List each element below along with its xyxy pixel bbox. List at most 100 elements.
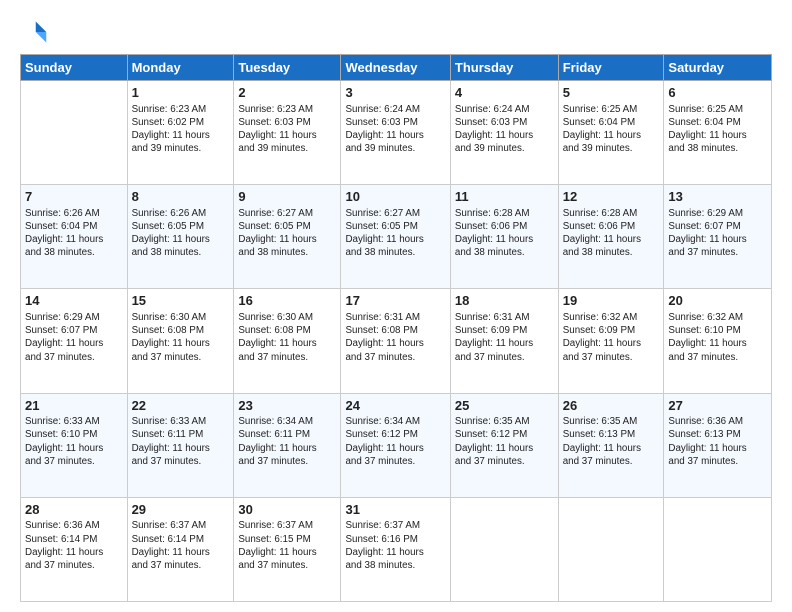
day-info: Sunrise: 6:30 AM Sunset: 6:08 PM Dayligh… (238, 311, 336, 364)
day-number: 11 (455, 188, 554, 206)
day-info: Sunrise: 6:27 AM Sunset: 6:05 PM Dayligh… (238, 207, 336, 260)
week-row-3: 14Sunrise: 6:29 AM Sunset: 6:07 PM Dayli… (21, 289, 772, 393)
calendar-cell: 12Sunrise: 6:28 AM Sunset: 6:06 PM Dayli… (558, 185, 664, 289)
day-number: 31 (345, 501, 445, 519)
day-info: Sunrise: 6:25 AM Sunset: 6:04 PM Dayligh… (563, 103, 660, 156)
calendar-cell: 21Sunrise: 6:33 AM Sunset: 6:10 PM Dayli… (21, 393, 128, 497)
day-number: 24 (345, 397, 445, 415)
day-number: 15 (132, 292, 230, 310)
calendar-cell: 11Sunrise: 6:28 AM Sunset: 6:06 PM Dayli… (450, 185, 558, 289)
day-number: 20 (668, 292, 767, 310)
day-info: Sunrise: 6:34 AM Sunset: 6:12 PM Dayligh… (345, 415, 445, 468)
day-number: 10 (345, 188, 445, 206)
calendar-cell: 16Sunrise: 6:30 AM Sunset: 6:08 PM Dayli… (234, 289, 341, 393)
calendar-cell: 29Sunrise: 6:37 AM Sunset: 6:14 PM Dayli… (127, 497, 234, 601)
calendar-cell: 20Sunrise: 6:32 AM Sunset: 6:10 PM Dayli… (664, 289, 772, 393)
calendar-cell: 2Sunrise: 6:23 AM Sunset: 6:03 PM Daylig… (234, 81, 341, 185)
day-info: Sunrise: 6:27 AM Sunset: 6:05 PM Dayligh… (345, 207, 445, 260)
calendar-cell: 18Sunrise: 6:31 AM Sunset: 6:09 PM Dayli… (450, 289, 558, 393)
day-number: 18 (455, 292, 554, 310)
calendar-cell (21, 81, 128, 185)
week-row-2: 7Sunrise: 6:26 AM Sunset: 6:04 PM Daylig… (21, 185, 772, 289)
calendar-cell: 10Sunrise: 6:27 AM Sunset: 6:05 PM Dayli… (341, 185, 450, 289)
weekday-sunday: Sunday (21, 55, 128, 81)
day-number: 8 (132, 188, 230, 206)
day-number: 7 (25, 188, 123, 206)
day-number: 9 (238, 188, 336, 206)
day-number: 26 (563, 397, 660, 415)
day-number: 28 (25, 501, 123, 519)
calendar-cell: 15Sunrise: 6:30 AM Sunset: 6:08 PM Dayli… (127, 289, 234, 393)
day-info: Sunrise: 6:28 AM Sunset: 6:06 PM Dayligh… (455, 207, 554, 260)
day-info: Sunrise: 6:32 AM Sunset: 6:09 PM Dayligh… (563, 311, 660, 364)
day-info: Sunrise: 6:31 AM Sunset: 6:08 PM Dayligh… (345, 311, 445, 364)
calendar-cell: 26Sunrise: 6:35 AM Sunset: 6:13 PM Dayli… (558, 393, 664, 497)
day-number: 14 (25, 292, 123, 310)
calendar-cell: 19Sunrise: 6:32 AM Sunset: 6:09 PM Dayli… (558, 289, 664, 393)
day-number: 22 (132, 397, 230, 415)
day-number: 13 (668, 188, 767, 206)
calendar-cell: 17Sunrise: 6:31 AM Sunset: 6:08 PM Dayli… (341, 289, 450, 393)
day-info: Sunrise: 6:31 AM Sunset: 6:09 PM Dayligh… (455, 311, 554, 364)
day-number: 5 (563, 84, 660, 102)
weekday-monday: Monday (127, 55, 234, 81)
calendar-cell (558, 497, 664, 601)
calendar-cell: 5Sunrise: 6:25 AM Sunset: 6:04 PM Daylig… (558, 81, 664, 185)
day-info: Sunrise: 6:34 AM Sunset: 6:11 PM Dayligh… (238, 415, 336, 468)
day-info: Sunrise: 6:26 AM Sunset: 6:04 PM Dayligh… (25, 207, 123, 260)
day-info: Sunrise: 6:28 AM Sunset: 6:06 PM Dayligh… (563, 207, 660, 260)
day-info: Sunrise: 6:37 AM Sunset: 6:16 PM Dayligh… (345, 519, 445, 572)
logo-icon (20, 18, 48, 46)
weekday-thursday: Thursday (450, 55, 558, 81)
day-number: 3 (345, 84, 445, 102)
day-number: 2 (238, 84, 336, 102)
logo (20, 18, 52, 46)
week-row-4: 21Sunrise: 6:33 AM Sunset: 6:10 PM Dayli… (21, 393, 772, 497)
week-row-5: 28Sunrise: 6:36 AM Sunset: 6:14 PM Dayli… (21, 497, 772, 601)
page: SundayMondayTuesdayWednesdayThursdayFrid… (0, 0, 792, 612)
day-info: Sunrise: 6:23 AM Sunset: 6:03 PM Dayligh… (238, 103, 336, 156)
calendar-table: SundayMondayTuesdayWednesdayThursdayFrid… (20, 54, 772, 602)
day-number: 30 (238, 501, 336, 519)
weekday-wednesday: Wednesday (341, 55, 450, 81)
calendar-cell: 3Sunrise: 6:24 AM Sunset: 6:03 PM Daylig… (341, 81, 450, 185)
day-number: 29 (132, 501, 230, 519)
calendar-cell: 14Sunrise: 6:29 AM Sunset: 6:07 PM Dayli… (21, 289, 128, 393)
header (20, 18, 772, 46)
calendar-cell: 31Sunrise: 6:37 AM Sunset: 6:16 PM Dayli… (341, 497, 450, 601)
weekday-header-row: SundayMondayTuesdayWednesdayThursdayFrid… (21, 55, 772, 81)
day-info: Sunrise: 6:36 AM Sunset: 6:14 PM Dayligh… (25, 519, 123, 572)
calendar-cell: 23Sunrise: 6:34 AM Sunset: 6:11 PM Dayli… (234, 393, 341, 497)
calendar-cell: 7Sunrise: 6:26 AM Sunset: 6:04 PM Daylig… (21, 185, 128, 289)
day-info: Sunrise: 6:33 AM Sunset: 6:10 PM Dayligh… (25, 415, 123, 468)
day-info: Sunrise: 6:29 AM Sunset: 6:07 PM Dayligh… (668, 207, 767, 260)
day-info: Sunrise: 6:33 AM Sunset: 6:11 PM Dayligh… (132, 415, 230, 468)
day-info: Sunrise: 6:23 AM Sunset: 6:02 PM Dayligh… (132, 103, 230, 156)
week-row-1: 1Sunrise: 6:23 AM Sunset: 6:02 PM Daylig… (21, 81, 772, 185)
day-info: Sunrise: 6:30 AM Sunset: 6:08 PM Dayligh… (132, 311, 230, 364)
calendar-cell: 27Sunrise: 6:36 AM Sunset: 6:13 PM Dayli… (664, 393, 772, 497)
day-info: Sunrise: 6:37 AM Sunset: 6:14 PM Dayligh… (132, 519, 230, 572)
calendar-cell: 22Sunrise: 6:33 AM Sunset: 6:11 PM Dayli… (127, 393, 234, 497)
day-info: Sunrise: 6:35 AM Sunset: 6:12 PM Dayligh… (455, 415, 554, 468)
day-info: Sunrise: 6:24 AM Sunset: 6:03 PM Dayligh… (455, 103, 554, 156)
calendar-cell: 6Sunrise: 6:25 AM Sunset: 6:04 PM Daylig… (664, 81, 772, 185)
day-number: 21 (25, 397, 123, 415)
day-info: Sunrise: 6:32 AM Sunset: 6:10 PM Dayligh… (668, 311, 767, 364)
day-number: 4 (455, 84, 554, 102)
day-number: 19 (563, 292, 660, 310)
calendar-cell: 25Sunrise: 6:35 AM Sunset: 6:12 PM Dayli… (450, 393, 558, 497)
day-number: 1 (132, 84, 230, 102)
weekday-tuesday: Tuesday (234, 55, 341, 81)
calendar-cell (450, 497, 558, 601)
day-info: Sunrise: 6:25 AM Sunset: 6:04 PM Dayligh… (668, 103, 767, 156)
day-number: 6 (668, 84, 767, 102)
calendar-cell: 8Sunrise: 6:26 AM Sunset: 6:05 PM Daylig… (127, 185, 234, 289)
calendar-cell (664, 497, 772, 601)
day-info: Sunrise: 6:26 AM Sunset: 6:05 PM Dayligh… (132, 207, 230, 260)
day-number: 12 (563, 188, 660, 206)
calendar-cell: 13Sunrise: 6:29 AM Sunset: 6:07 PM Dayli… (664, 185, 772, 289)
day-info: Sunrise: 6:35 AM Sunset: 6:13 PM Dayligh… (563, 415, 660, 468)
calendar-cell: 1Sunrise: 6:23 AM Sunset: 6:02 PM Daylig… (127, 81, 234, 185)
day-number: 27 (668, 397, 767, 415)
